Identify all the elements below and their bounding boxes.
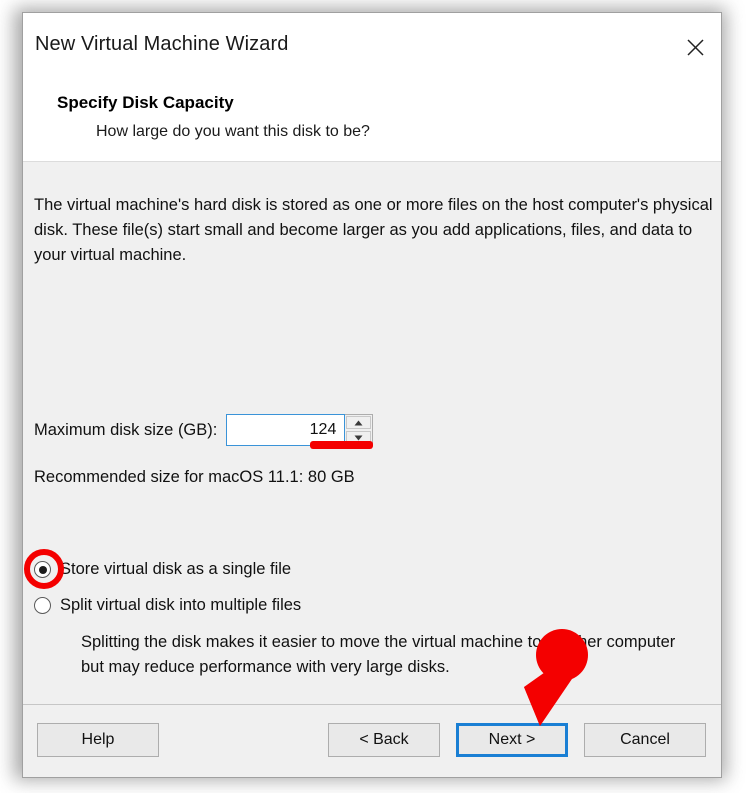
close-button[interactable] — [677, 31, 713, 63]
next-button[interactable]: Next > — [456, 723, 568, 757]
disk-size-input[interactable] — [226, 414, 346, 446]
screenshot-canvas: New Virtual Machine Wizard Specify Disk … — [0, 0, 747, 793]
page-subtitle: How large do you want this disk to be? — [96, 123, 370, 140]
radio-option-single-file[interactable]: Store virtual disk as a single file — [34, 560, 291, 579]
triangle-down-icon — [354, 435, 363, 441]
description-text: The virtual machine's hard disk is store… — [34, 196, 713, 264]
back-button[interactable]: < Back — [328, 723, 440, 757]
page-title: Specify Disk Capacity — [57, 93, 234, 112]
stepper-buttons — [345, 414, 374, 446]
cancel-button[interactable]: Cancel — [584, 723, 706, 757]
disk-size-label: Maximum disk size (GB): — [34, 420, 218, 439]
stepper-decrement-button[interactable] — [346, 431, 372, 444]
split-disk-note: Splitting the disk makes it easier to mo… — [81, 633, 676, 676]
help-button[interactable]: Help — [37, 723, 159, 757]
close-icon — [686, 38, 705, 57]
recommended-size-text: Recommended size for macOS 11.1: 80 GB — [34, 468, 355, 486]
dialog-body: The virtual machine's hard disk is store… — [23, 162, 721, 704]
triangle-up-icon — [354, 420, 363, 426]
radio-option-multiple-files[interactable]: Split virtual disk into multiple files — [34, 596, 301, 615]
window-title: New Virtual Machine Wizard — [35, 33, 289, 55]
disk-size-row: Maximum disk size (GB): — [34, 414, 374, 449]
radio-button-single-file[interactable] — [34, 561, 51, 578]
disk-size-stepper — [226, 414, 374, 449]
stepper-increment-button[interactable] — [346, 416, 372, 429]
radio-label-multiple-files[interactable]: Split virtual disk into multiple files — [60, 596, 301, 615]
dialog-footer: Help < Back Next > Cancel — [23, 704, 721, 777]
new-virtual-machine-wizard-dialog: New Virtual Machine Wizard Specify Disk … — [22, 12, 722, 778]
radio-label-single-file[interactable]: Store virtual disk as a single file — [60, 560, 291, 579]
dialog-header: New Virtual Machine Wizard Specify Disk … — [23, 13, 721, 162]
radio-button-multiple-files[interactable] — [34, 597, 51, 614]
